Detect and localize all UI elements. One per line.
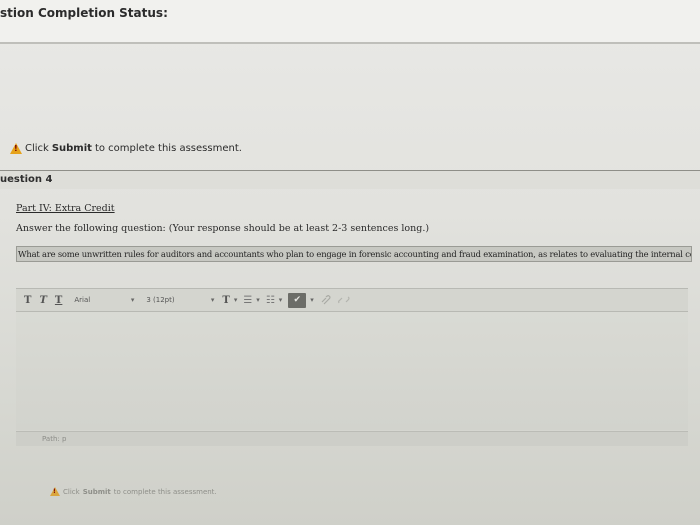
submit-notice: Click Submit to complete this assessment…	[10, 143, 242, 154]
completion-status-bar: stion Completion Status:	[0, 0, 700, 43]
notice-suffix: to complete this assessment.	[94, 143, 242, 154]
chevron-down-icon: ▾	[130, 296, 135, 304]
ordered-list-icon[interactable]: ☷	[266, 295, 275, 306]
warning-icon	[50, 487, 60, 496]
underline-button[interactable]: T	[55, 295, 62, 306]
path-label: Path: p	[42, 435, 67, 443]
font-family-select[interactable]: Arial ▾	[74, 296, 134, 304]
notice-bottom-suffix: to complete this assessment.	[113, 487, 217, 496]
notice-submit-word: Submit	[51, 143, 92, 154]
chevron-down-icon: ▾	[210, 296, 215, 304]
question-header: uestion 4	[0, 170, 700, 189]
bold-button[interactable]: T	[24, 295, 31, 306]
link-icon[interactable]	[320, 295, 332, 305]
notice-bottom-submit-word: Submit	[82, 487, 111, 496]
check-icon: ✔	[293, 295, 302, 305]
editor-status-bar: Path: p	[16, 431, 688, 446]
font-size-value: 3 (12pt)	[146, 296, 175, 304]
chevron-down-icon[interactable]: ▾	[256, 296, 260, 304]
font-size-select[interactable]: 3 (12pt) ▾	[146, 296, 214, 304]
answer-editor[interactable]	[16, 312, 688, 430]
unordered-list-icon[interactable]: ☰	[243, 295, 252, 306]
text-color-button[interactable]: T	[222, 295, 229, 306]
notice-prefix: Click	[25, 143, 49, 154]
completion-status-label: stion Completion Status:	[0, 6, 168, 20]
chevron-down-icon[interactable]: ▾	[234, 296, 238, 304]
question-instruction: Answer the following question: (Your res…	[16, 223, 430, 234]
question-number: uestion 4	[0, 174, 53, 185]
submit-notice-bottom: Click Submit to complete this assessment…	[50, 487, 217, 496]
warning-icon	[10, 143, 22, 154]
unlink-icon[interactable]	[337, 295, 350, 305]
font-family-value: Arial	[74, 296, 91, 304]
chevron-down-icon[interactable]: ▾	[310, 296, 314, 304]
divider	[0, 42, 700, 44]
editor-toolbar: T T T Arial ▾ 3 (12pt) ▾ T ▾ ☰ ▾ ☷ ▾ ✔ ▾	[16, 288, 688, 312]
italic-button[interactable]: T	[39, 295, 46, 306]
part-title: Part IV: Extra Credit	[16, 203, 115, 214]
spellcheck-button[interactable]: ✔	[288, 292, 307, 308]
chevron-down-icon[interactable]: ▾	[279, 296, 283, 304]
notice-bottom-prefix: Click	[63, 487, 80, 496]
question-text: What are some unwritten rules for audito…	[16, 246, 692, 262]
